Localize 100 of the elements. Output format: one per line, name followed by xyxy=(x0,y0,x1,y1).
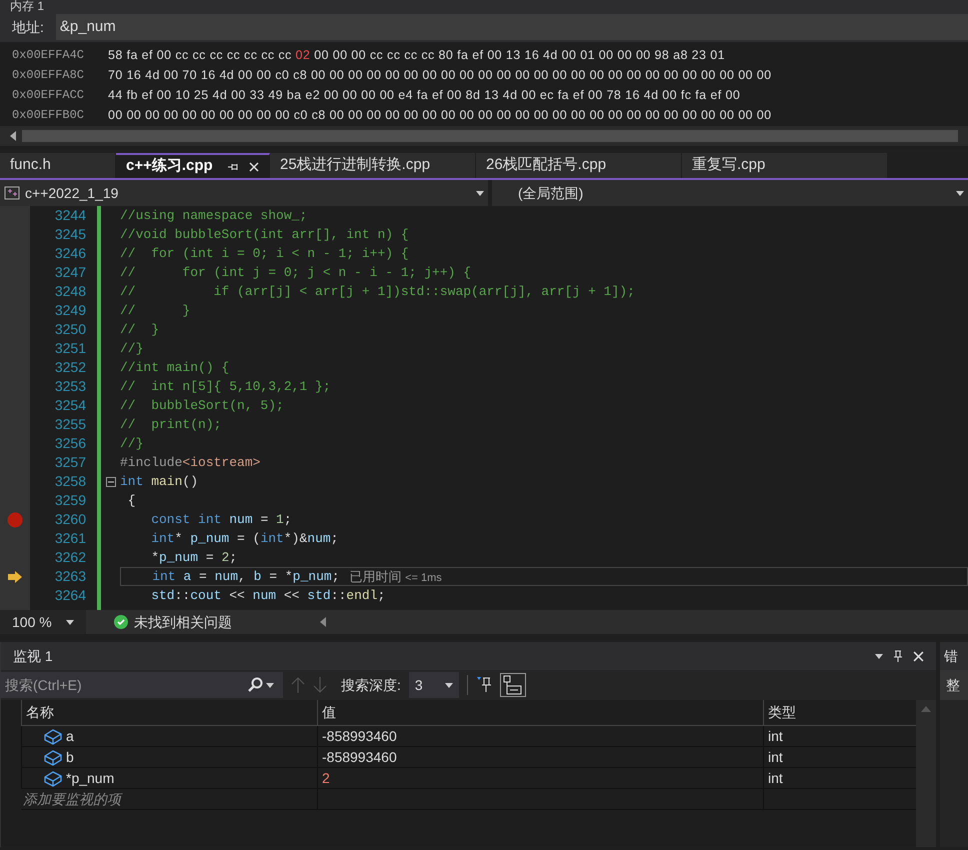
caret-icon xyxy=(956,190,964,196)
collapse-icon[interactable] xyxy=(106,476,116,486)
watch-type: int xyxy=(763,726,913,747)
horizontal-scrollbar[interactable] xyxy=(22,130,958,142)
line-number: 3249 xyxy=(54,301,86,320)
panel-title: 监视 1 xyxy=(13,646,54,666)
file-tab[interactable]: func.h xyxy=(0,153,116,178)
close-icon[interactable] xyxy=(249,162,259,172)
scroll-left-icon[interactable] xyxy=(10,131,16,141)
line-number: 3254 xyxy=(54,396,86,415)
line-number: 3259 xyxy=(54,491,86,510)
line-number: 3252 xyxy=(54,358,86,377)
pin-icon[interactable] xyxy=(893,650,903,662)
code-line: // if (arr[j] < arr[j + 1])std::swap(arr[j], arr[j + 1]); xyxy=(120,282,635,301)
file-tab[interactable]: 25栈进行进制转换.cpp xyxy=(270,153,476,178)
line-number: 3257 xyxy=(54,453,86,472)
code-line: #include<iostream> xyxy=(120,454,260,472)
file-tab[interactable]: 重复写.cpp xyxy=(682,153,888,178)
caret-icon xyxy=(476,190,484,196)
code-line: // for (int j = 0; j < n - i - 1; j++) { xyxy=(120,264,472,282)
code-line: //} xyxy=(120,340,144,358)
line-number: 3258 xyxy=(54,472,86,491)
line-number: 3256 xyxy=(54,434,86,453)
code-line: // int n[5]{ 5,10,3,2,1 }; xyxy=(120,378,331,396)
code-line: //int main() { xyxy=(120,358,230,377)
line-number: 3251 xyxy=(54,339,86,358)
add-watch-field[interactable]: 添加要监视的项 xyxy=(21,789,317,810)
memory-address: 0x00EFFA8C xyxy=(12,67,86,84)
vertical-scrollbar[interactable] xyxy=(916,700,936,847)
caret-icon xyxy=(266,682,274,688)
variable-icon xyxy=(44,770,62,786)
memory-bytes: 00 00 00 00 00 00 00 00 00 00 c0 c8 00 00 00 00 00 00 00 00 00 00 00 00 00 00 00 00 00 00 00 00 00 00 00 00 xyxy=(108,106,772,124)
code-line: // } xyxy=(120,302,190,320)
search-field[interactable]: 搜索(Ctrl+E) xyxy=(1,672,245,698)
watch-value: -858993460 xyxy=(317,726,763,747)
line-number: 3262 xyxy=(54,548,86,567)
close-icon[interactable] xyxy=(913,650,924,662)
line-number: 3261 xyxy=(54,529,86,548)
panel-title: 错 xyxy=(944,646,958,666)
watch-name: b xyxy=(66,748,74,767)
code-line: { xyxy=(126,492,136,510)
code-line: const int num = 1; xyxy=(150,510,292,529)
line-number: 3244 xyxy=(54,206,86,225)
search-options-button[interactable] xyxy=(245,672,283,698)
code-line: int* p_num = (int*)&num; xyxy=(150,530,338,548)
scroll-left-icon[interactable] xyxy=(320,617,326,627)
variable-icon xyxy=(44,728,62,744)
code-line: //void bubbleSort(int arr[], int n) { xyxy=(120,226,409,244)
variable-icon xyxy=(44,750,62,766)
code-line: //using namespace show_; xyxy=(120,206,308,225)
project-dropdown[interactable]: c++2022_1_19 xyxy=(0,180,488,206)
search-icon[interactable] xyxy=(247,677,263,693)
pin-icon[interactable] xyxy=(228,162,239,172)
depth-dropdown[interactable]: 3 xyxy=(408,672,459,698)
panel-item: 整 xyxy=(946,676,960,694)
watch-name: *p_num xyxy=(66,769,114,788)
scope-dropdown[interactable]: (全局范围) xyxy=(492,180,968,206)
file-tab[interactable]: 26栈匹配括号.cpp xyxy=(476,153,682,178)
elapsed-time-hint: 已用时间 <= 1ms xyxy=(350,568,442,586)
caret-icon xyxy=(66,620,74,624)
column-header[interactable]: 值 xyxy=(317,700,763,725)
line-number: 3250 xyxy=(54,320,86,339)
pin-icon[interactable] xyxy=(476,676,492,694)
code-line: std::cout << num << std::endl; xyxy=(150,586,386,605)
line-number: 3264 xyxy=(54,586,86,605)
hex-display-icon[interactable] xyxy=(500,673,526,697)
memory-bytes: 58 fa ef 00 cc cc cc cc cc cc cc 02 00 00 00 cc cc cc cc 80 fa ef 00 13 16 4d 00 01 00 00 00 98 a8 23 01 xyxy=(108,46,725,64)
watch-type: int xyxy=(763,747,913,768)
watch-value: -858993460 xyxy=(317,747,763,768)
project-icon xyxy=(4,186,20,200)
memory-address: 0x00EFFB0C xyxy=(12,107,86,124)
watch-name: a xyxy=(66,727,74,746)
issues-status: 未找到相关问题 xyxy=(134,612,233,632)
address-label: 地址: xyxy=(11,18,45,36)
line-number: 3255 xyxy=(54,415,86,434)
caret-icon xyxy=(875,654,883,658)
code-line: // for (int i = 0; i < n - 1; i++) { xyxy=(120,244,409,263)
column-header[interactable]: 名称 xyxy=(21,700,317,725)
memory-address: 0x00EFFA4C xyxy=(12,47,86,64)
memory-bytes: 44 fb ef 00 10 25 4d 00 33 49 ba e2 00 00 00 00 e4 fa ef 00 8d 13 4d 00 ec fa ef 00 78 16 4d 00 fc fa ef 00 xyxy=(108,86,740,104)
code-line: // bubbleSort(n, 5); xyxy=(120,396,284,415)
line-number: 3245 xyxy=(54,225,86,244)
line-number: 3263 xyxy=(54,567,86,586)
zoom-dropdown[interactable]: 100 % xyxy=(0,610,86,634)
line-number: 3260 xyxy=(54,510,86,529)
line-number: 3248 xyxy=(54,282,86,301)
code-line: int main() xyxy=(120,472,198,491)
panel-title: 内存 1 xyxy=(10,0,44,12)
code-line: // } xyxy=(120,320,160,339)
code-line: //} xyxy=(120,434,144,453)
line-number: 3246 xyxy=(54,244,86,263)
code-line: *p_num = 2; xyxy=(150,548,238,567)
address-field[interactable]: &p_num xyxy=(56,14,968,40)
check-icon xyxy=(114,615,128,629)
memory-bytes: 70 16 4d 00 70 16 4d 00 00 c0 c8 00 00 00 00 00 00 00 00 00 00 00 00 00 00 00 00 00 00 00 00 00 00 00 00 00 xyxy=(108,66,772,84)
column-header[interactable]: 类型 xyxy=(763,700,913,725)
watch-value: 2 xyxy=(317,768,763,789)
watch-type: int xyxy=(763,768,913,789)
code-line: // print(n); xyxy=(120,416,222,434)
line-number: 3247 xyxy=(54,263,86,282)
